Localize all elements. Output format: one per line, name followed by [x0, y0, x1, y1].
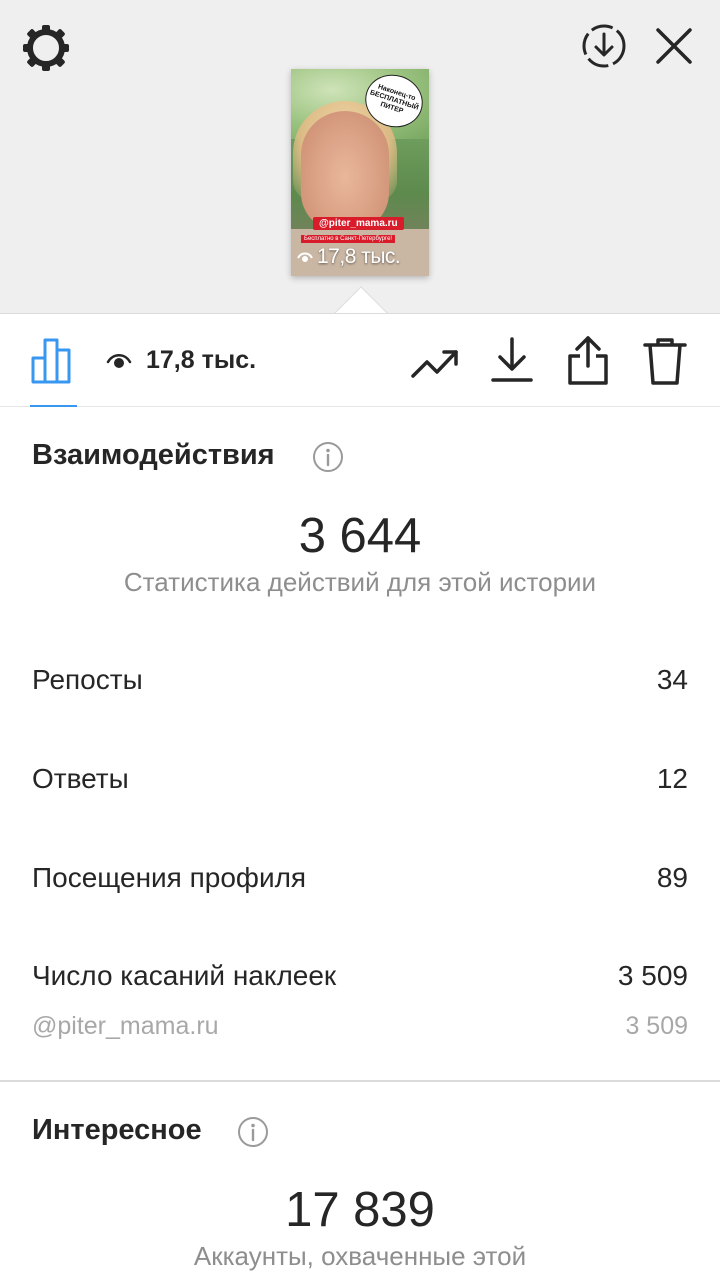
thumbnail-views: 17,8 тыс.: [297, 245, 401, 269]
close-icon[interactable]: [652, 24, 696, 68]
story-thumbnail[interactable]: Наконец-то БЕСПЛАТНЫЙ ПИТЕР @piter_mama.…: [291, 69, 429, 276]
insights-toolbar: 17,8 тыс.: [0, 313, 720, 407]
section-divider: [0, 1080, 720, 1082]
interactions-title: Взаимодействия: [32, 439, 275, 471]
eye-icon: [106, 354, 132, 368]
story-preview-area: Наконец-то БЕСПЛАТНЫЙ ПИТЕР @piter_mama.…: [0, 0, 720, 313]
reposts-value: 34: [656, 664, 688, 695]
bar-chart-icon[interactable]: [30, 336, 78, 384]
eye-icon: [297, 252, 313, 262]
trash-icon[interactable]: [642, 336, 688, 386]
download-circle-icon[interactable]: [580, 22, 628, 70]
trend-icon[interactable]: [410, 342, 460, 382]
interactions-caption: Статистика действий для этой истории: [123, 567, 597, 597]
thumbnail-mention-tag: @piter_mama.ru: [313, 217, 404, 230]
share-icon[interactable]: [566, 334, 610, 386]
replies-value: 12: [656, 763, 688, 794]
profile-visits-label: Посещения профиля: [32, 862, 307, 893]
discovery-title: Интересное: [32, 1114, 202, 1146]
sticker-taps-label: Число касаний наклеек: [32, 960, 337, 991]
reposts-label: Репосты: [32, 664, 143, 695]
thumbnail-face: [301, 111, 389, 231]
active-tab-indicator: [30, 405, 77, 407]
sticker-mention-value: 3 509: [625, 1012, 688, 1040]
sticker-taps-value: 3 509: [617, 960, 688, 991]
thumbnail-caption: Бесплатно в Санкт-Петербурге!: [301, 235, 396, 243]
sticker-mention-label: @piter_mama.ru: [32, 1012, 219, 1040]
thumbnail-views-count: 17,8 тыс.: [317, 245, 401, 268]
settings-icon[interactable]: [20, 22, 72, 74]
info-icon[interactable]: [237, 1116, 269, 1148]
replies-label: Ответы: [32, 763, 129, 794]
download-icon[interactable]: [490, 336, 534, 384]
views-count: 17,8 тыс.: [146, 346, 257, 374]
profile-visits-value: 89: [656, 862, 688, 893]
discovery-caption: Аккаунты, охваченные этой: [193, 1241, 527, 1271]
discovery-total: 17 839: [285, 1183, 435, 1237]
info-icon[interactable]: [312, 441, 344, 473]
interactions-total: 3 644: [298, 509, 422, 563]
